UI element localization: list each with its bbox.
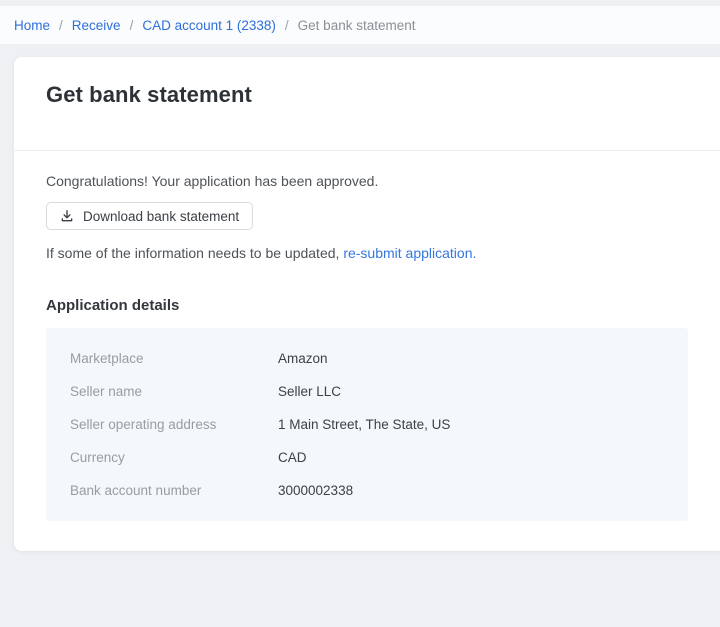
application-details-heading: Application details	[46, 297, 688, 314]
detail-row-marketplace: Marketplace Amazon	[70, 342, 664, 375]
detail-label: Seller name	[70, 384, 278, 399]
breadcrumb-bar: Home / Receive / CAD account 1 (2338) / …	[0, 6, 720, 44]
approval-message: Congratulations! Your application has be…	[46, 173, 688, 189]
detail-label: Seller operating address	[70, 417, 278, 432]
detail-row-bank-account-number: Bank account number 3000002338	[70, 474, 664, 507]
detail-label: Bank account number	[70, 483, 278, 498]
resubmit-text: If some of the information needs to be u…	[46, 245, 343, 261]
detail-row-seller-operating-address: Seller operating address 1 Main Street, …	[70, 408, 664, 441]
breadcrumb-item-receive[interactable]: Receive	[72, 18, 121, 33]
download-bank-statement-button[interactable]: Download bank statement	[46, 202, 253, 230]
breadcrumb-separator: /	[59, 18, 63, 33]
detail-label: Currency	[70, 450, 278, 465]
detail-label: Marketplace	[70, 351, 278, 366]
breadcrumb-item-home[interactable]: Home	[14, 18, 50, 33]
detail-row-currency: Currency CAD	[70, 441, 664, 474]
breadcrumb-separator: /	[285, 18, 289, 33]
card-header: Get bank statement	[14, 57, 720, 151]
detail-value: 3000002338	[278, 483, 353, 498]
download-button-label: Download bank statement	[83, 209, 239, 224]
detail-row-seller-name: Seller name Seller LLC	[70, 375, 664, 408]
detail-value: CAD	[278, 450, 307, 465]
detail-value: Amazon	[278, 351, 328, 366]
detail-value: Seller LLC	[278, 384, 341, 399]
application-details-panel: Marketplace Amazon Seller name Seller LL…	[46, 328, 688, 521]
card-body: Congratulations! Your application has be…	[14, 151, 720, 521]
page-title: Get bank statement	[46, 82, 688, 108]
download-icon	[60, 209, 74, 223]
get-bank-statement-card: Get bank statement Congratulations! Your…	[14, 57, 720, 551]
detail-value: 1 Main Street, The State, US	[278, 417, 450, 432]
breadcrumb: Home / Receive / CAD account 1 (2338) / …	[14, 18, 416, 33]
breadcrumb-item-current: Get bank statement	[298, 18, 416, 33]
breadcrumb-separator: /	[130, 18, 134, 33]
breadcrumb-item-cad-account[interactable]: CAD account 1 (2338)	[142, 18, 276, 33]
resubmit-line: If some of the information needs to be u…	[46, 245, 688, 261]
resubmit-application-link[interactable]: re-submit application.	[343, 245, 476, 261]
